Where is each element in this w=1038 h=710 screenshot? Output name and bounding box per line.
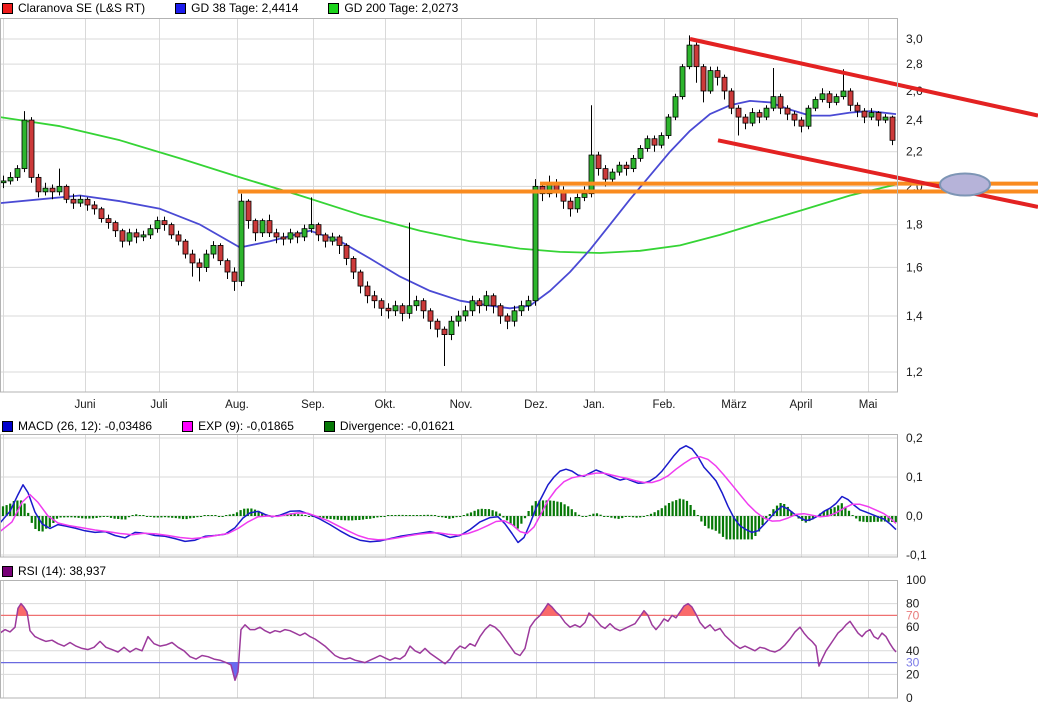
macd-swatch — [2, 421, 13, 432]
macd-tick-label: 0,1 — [906, 470, 923, 484]
month-label: Juli — [150, 399, 167, 411]
month-label: April — [789, 399, 812, 411]
macd-tick-label: 0,2 — [906, 431, 923, 445]
rsi-tick-label: 60 — [906, 620, 920, 634]
rsi-tick-label: 0 — [906, 691, 913, 705]
price-series-swatch — [2, 3, 13, 14]
price-tick-label: 2,4 — [906, 113, 923, 127]
price-tick-label: 1,4 — [906, 309, 923, 323]
price-tick-label: 2,2 — [906, 145, 923, 159]
price-panel[interactable] — [0, 18, 898, 392]
divergence-swatch — [324, 421, 335, 432]
price-tick-label: 1,6 — [906, 260, 923, 274]
rsi-swatch — [2, 566, 13, 577]
month-label: Mai — [859, 399, 878, 411]
exp-swatch — [182, 421, 193, 432]
rsi-legend: RSI (14): 38,937 — [2, 564, 136, 578]
highlight-ellipse — [940, 174, 990, 196]
rsi-tick-label: 20 — [906, 667, 920, 681]
gd200-label: GD 200 Tage: 2,0273 — [344, 1, 458, 15]
legend-item-macd: MACD (26, 12): -0,03486 — [2, 419, 152, 433]
month-label: Juni — [74, 399, 95, 411]
macd-tick-label: -0,1 — [906, 548, 927, 562]
stock-chart-canvas: 3,02,82,62,42,22,01,81,61,41,2JuniJuliAu… — [0, 0, 1038, 710]
macd-legend: MACD (26, 12): -0,03486 EXP (9): -0,0186… — [2, 419, 485, 433]
month-label: Feb. — [652, 399, 675, 411]
month-label: Nov. — [450, 399, 473, 411]
legend-item-gd200: GD 200 Tage: 2,0273 — [328, 1, 458, 15]
divergence-label: Divergence: -0,01621 — [340, 419, 455, 433]
price-legend: Claranova SE (L&S RT) GD 38 Tage: 2,4414… — [2, 1, 488, 15]
exp-label: EXP (9): -0,01865 — [198, 419, 294, 433]
legend-item-divergence: Divergence: -0,01621 — [324, 419, 455, 433]
price-tick-label: 2,8 — [906, 57, 923, 71]
month-label: Sep. — [301, 399, 325, 411]
macd-panel[interactable] — [0, 434, 898, 557]
month-label: Dez. — [524, 399, 548, 411]
legend-item-gd38: GD 38 Tage: 2,4414 — [175, 1, 298, 15]
month-label: Jan. — [583, 399, 605, 411]
price-tick-label: 1,2 — [906, 365, 923, 379]
month-label: März — [721, 399, 747, 411]
price-tick-label: 1,8 — [906, 218, 923, 232]
macd-label: MACD (26, 12): -0,03486 — [18, 419, 152, 433]
gd38-label: GD 38 Tage: 2,4414 — [191, 1, 298, 15]
month-label: Aug. — [225, 399, 249, 411]
legend-item-exp: EXP (9): -0,01865 — [182, 419, 294, 433]
rsi-label: RSI (14): 38,937 — [18, 564, 106, 578]
legend-item-price: Claranova SE (L&S RT) — [2, 1, 145, 15]
macd-tick-label: 0,0 — [906, 509, 923, 523]
gd200-swatch — [328, 3, 339, 14]
month-label: Okt. — [374, 399, 395, 411]
price-tick-label: 3,0 — [906, 32, 923, 46]
price-series-label: Claranova SE (L&S RT) — [18, 1, 145, 15]
rsi-panel[interactable] — [0, 580, 898, 698]
rsi-tick-label: 100 — [906, 573, 926, 587]
legend-item-rsi: RSI (14): 38,937 — [2, 564, 106, 578]
gd38-swatch — [175, 3, 186, 14]
